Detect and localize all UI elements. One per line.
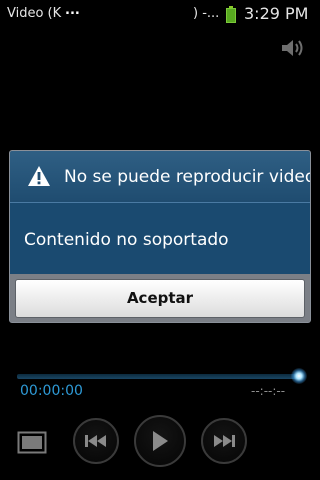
status-bar: Video (K ... ) -... 3:29 PM [0, 0, 320, 25]
fast-forward-icon [214, 435, 235, 447]
dialog-footer: Aceptar [10, 274, 310, 322]
play-button[interactable] [134, 415, 186, 467]
screen-mode-icon[interactable] [17, 431, 47, 454]
rewind-icon [85, 435, 106, 447]
progress-bar[interactable] [17, 374, 301, 379]
battery-icon [226, 6, 236, 23]
elapsed-time: 00:00:00 [20, 383, 83, 399]
error-dialog: No se puede reproducir video Contenido n… [9, 150, 311, 323]
warning-icon [27, 165, 51, 187]
progress-thumb[interactable] [291, 368, 307, 384]
status-notification-suffix: ) -... [193, 6, 220, 21]
status-notification-ellipsis: ... [65, 3, 80, 18]
fast-forward-button[interactable] [201, 418, 247, 464]
status-time: 3:29 PM [244, 4, 309, 23]
video-player-screen: Video (K ... ) -... 3:29 PM No se puede … [0, 0, 320, 480]
volume-speaker-icon[interactable] [281, 38, 305, 58]
total-time: --:--:-- [251, 384, 286, 398]
rewind-button[interactable] [73, 418, 119, 464]
dialog-header: No se puede reproducir video [10, 151, 310, 203]
dialog-title: No se puede reproducir video [64, 167, 311, 187]
dialog-body: Contenido no soportado [10, 203, 310, 274]
dialog-message: Contenido no soportado [24, 230, 229, 250]
accept-button[interactable]: Aceptar [15, 279, 305, 318]
play-icon [153, 431, 168, 451]
status-notification-title: Video (K [7, 6, 62, 21]
